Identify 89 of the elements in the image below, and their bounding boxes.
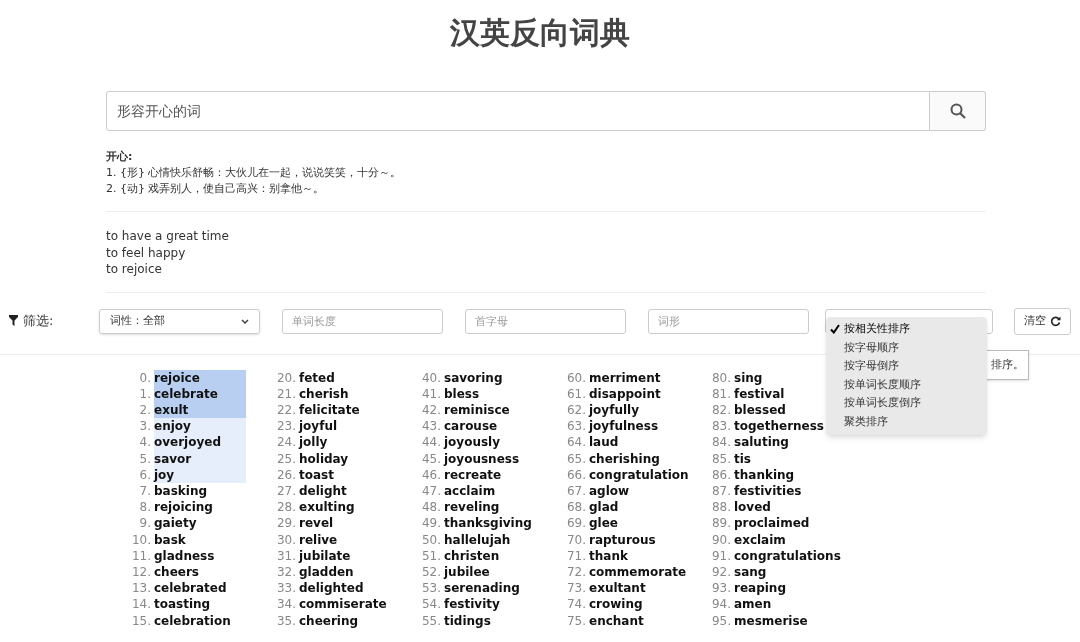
- result-number: 82.: [710, 401, 732, 419]
- definition-sense: 1. {形} 心情快乐舒畅：大伙儿在一起，说说笑笑，十分～。: [106, 165, 403, 181]
- result-number: 44.: [420, 434, 442, 451]
- result-number: 14.: [130, 596, 152, 613]
- result-number: 6.: [138, 466, 152, 483]
- page-title: 汉英反向词典: [449, 14, 631, 52]
- result-number: 94.: [710, 596, 732, 613]
- result-number: 89.: [710, 515, 732, 532]
- result-number: 92.: [710, 563, 732, 581]
- result-number: 4.: [138, 434, 152, 451]
- result-number: 41.: [420, 385, 442, 402]
- result-number: 47.: [420, 482, 442, 500]
- result-number: 31.: [275, 547, 297, 564]
- result-number: 68.: [565, 499, 587, 516]
- result-number: 64.: [565, 434, 587, 451]
- result-number: 67.: [565, 482, 587, 500]
- result-number: 30.: [275, 531, 297, 548]
- result-number: 93.: [710, 580, 732, 597]
- result-number: 20.: [275, 369, 297, 386]
- result-number: 43.: [420, 418, 442, 435]
- result-number: 63.: [565, 418, 587, 435]
- result-number: 80.: [710, 369, 732, 386]
- result-number: 71.: [565, 547, 587, 564]
- result-number: 9.: [138, 515, 152, 532]
- result-number: 50.: [420, 531, 442, 548]
- result-number: 48.: [420, 499, 442, 516]
- result-number: 24.: [275, 434, 297, 451]
- result-number: 66.: [565, 466, 587, 483]
- result-number: 81.: [710, 385, 732, 402]
- result-number: 3.: [138, 418, 152, 435]
- result-number: 51.: [420, 547, 442, 564]
- result-number: 62.: [565, 401, 587, 419]
- result-number: 33.: [275, 580, 297, 597]
- result-number: 70.: [565, 531, 587, 548]
- result-number: 23.: [275, 418, 297, 435]
- definition-sense: 2. {动} 戏弄别人，使自己高兴：别拿他～。: [106, 181, 326, 197]
- result-number: 29.: [275, 515, 297, 532]
- result-number: 73.: [565, 580, 587, 597]
- result-number: 65.: [565, 450, 587, 467]
- result-number: 10.: [130, 531, 152, 548]
- result-number: 27.: [275, 482, 297, 500]
- result-number: 5.: [138, 450, 152, 467]
- result-number: 85.: [710, 450, 732, 467]
- result-number: 52.: [420, 563, 442, 581]
- filter-label: 筛选:: [23, 311, 54, 330]
- result-number: 28.: [275, 499, 297, 516]
- result-number: 7.: [138, 482, 152, 500]
- result-number: 86.: [710, 466, 732, 483]
- headword: 开心:: [106, 149, 134, 165]
- tooltip: 排序。: [985, 350, 1029, 380]
- result-number: 91.: [710, 547, 732, 564]
- translation: to feel happy: [106, 244, 187, 261]
- translation: to rejoice: [106, 261, 163, 278]
- result-number: 42.: [420, 401, 442, 419]
- result-number: 32.: [275, 563, 297, 581]
- result-number: 26.: [275, 466, 297, 483]
- result-number: 15.: [130, 612, 152, 629]
- result-number: 53.: [420, 580, 442, 597]
- result-number: 1.: [138, 385, 152, 402]
- result-number: 35.: [275, 612, 297, 629]
- result-number: 69.: [565, 515, 587, 532]
- translation: to have a great time: [106, 228, 230, 245]
- result-number: 34.: [275, 596, 297, 613]
- result-number: 12.: [130, 563, 152, 581]
- result-number: 54.: [420, 596, 442, 613]
- result-number: 8.: [138, 499, 152, 516]
- result-number: 88.: [710, 499, 732, 516]
- result-number: 40.: [420, 369, 442, 386]
- result-number: 55.: [420, 612, 442, 629]
- result-number: 11.: [130, 547, 152, 564]
- result-number: 13.: [130, 580, 152, 597]
- result-number: 25.: [275, 450, 297, 467]
- result-number: 83.: [710, 418, 732, 435]
- result-number: 87.: [710, 482, 732, 500]
- result-number: 49.: [420, 515, 442, 532]
- result-number: 0.: [138, 369, 152, 386]
- result-number: 90.: [710, 531, 732, 548]
- result-number: 46.: [420, 466, 442, 483]
- result-number: 60.: [565, 369, 587, 386]
- result-number: 74.: [565, 596, 587, 613]
- result-number: 45.: [420, 450, 442, 467]
- result-number: 72.: [565, 563, 587, 581]
- result-number: 75.: [565, 612, 587, 629]
- result-number: 84.: [710, 434, 732, 451]
- result-number: 2.: [138, 401, 152, 419]
- result-number: 22.: [275, 401, 297, 419]
- result-number: 21.: [275, 385, 297, 402]
- result-number: 61.: [565, 385, 587, 402]
- result-number: 95.: [710, 612, 732, 629]
